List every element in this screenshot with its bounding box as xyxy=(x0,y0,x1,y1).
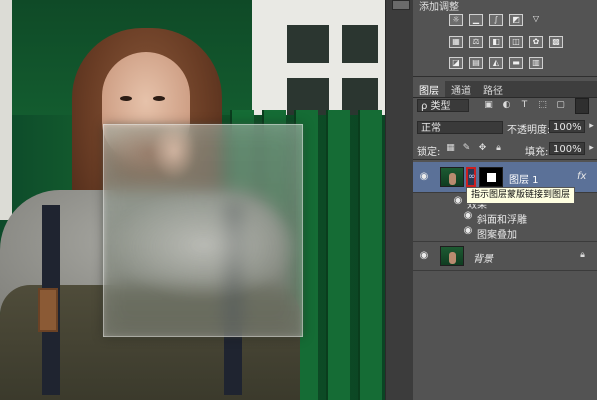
levels-icon[interactable]: ▁ xyxy=(469,14,483,26)
effects-eye-icon[interactable]: ◉ xyxy=(451,194,465,208)
type-filter-icon[interactable]: T xyxy=(519,100,530,111)
selective-color-icon[interactable]: ▥ xyxy=(529,57,543,69)
lock-all-icon[interactable]: 🔒︎ xyxy=(493,143,504,154)
tab-channels[interactable]: 通道 xyxy=(445,81,477,97)
strap-buckle xyxy=(38,288,58,332)
woman-eye xyxy=(153,96,165,101)
adjustments-panel: 添加调整 ☼ ▁ ∫ ◩ ▽ ▦ ⚖ ◧ ◫ ✿ ▩ ◪ ▤ ◭ ▬ ▥ xyxy=(413,0,597,77)
tab-layers[interactable]: 图层 xyxy=(413,81,445,97)
invert-icon[interactable]: ◪ xyxy=(449,57,463,69)
gradient-map-icon[interactable]: ▬ xyxy=(509,57,523,69)
background-layer-name[interactable]: 背景 xyxy=(473,250,493,265)
background-window xyxy=(252,0,385,115)
window-pane xyxy=(342,25,378,63)
color-lookup-icon[interactable]: ▩ xyxy=(549,36,563,48)
mask-link-icon[interactable]: ∞ xyxy=(466,167,476,187)
bevel-emboss-eye-icon[interactable]: ◉ xyxy=(461,209,475,223)
layers-panel-tabs: 图层 通道 路径 xyxy=(413,81,597,98)
background-lock-icon: 🔒︎ xyxy=(580,250,585,260)
color-balance-icon[interactable]: ⚖ xyxy=(469,36,483,48)
vibrance-icon[interactable]: ▽ xyxy=(529,14,543,26)
layers-panel: 图层 通道 路径 ρ 类型 ▣ ◐ T ⬚ ▢ 正常 不透明度: 100% ▸ … xyxy=(413,77,597,400)
visibility-eye-icon[interactable]: ◉ xyxy=(417,249,431,263)
opacity-label: 不透明度: xyxy=(507,125,551,136)
exposure-icon[interactable]: ◩ xyxy=(509,14,523,26)
tab-paths[interactable]: 路径 xyxy=(477,81,509,97)
layer-row-background[interactable]: ◉ 背景 🔒︎ xyxy=(413,241,597,271)
pattern-overlay-eye-icon[interactable]: ◉ xyxy=(461,224,475,238)
fx-badge[interactable]: fx xyxy=(577,171,586,182)
layer-1-thumbnail[interactable] xyxy=(440,167,464,187)
black-white-icon[interactable]: ◧ xyxy=(489,36,503,48)
brightness-contrast-icon[interactable]: ☼ xyxy=(449,14,463,26)
layer-1-mask-thumbnail[interactable] xyxy=(479,167,503,187)
effect-bevel-emboss[interactable]: 斜面和浮雕 xyxy=(477,211,527,226)
lock-label: 锁定: xyxy=(417,147,441,158)
opacity-input[interactable]: 100% xyxy=(549,120,585,133)
filter-toggle-icon[interactable] xyxy=(575,98,589,114)
threshold-icon[interactable]: ◭ xyxy=(489,57,503,69)
collapse-panels-button[interactable] xyxy=(392,0,410,10)
shape-filter-icon[interactable]: ⬚ xyxy=(537,100,548,111)
lock-position-icon[interactable]: ✥ xyxy=(477,143,488,154)
fence-plank xyxy=(358,110,382,400)
mask-link-tooltip: 指示图层蒙版链接到图层 xyxy=(466,187,576,204)
glass-blur-content xyxy=(104,125,302,336)
fence-post xyxy=(0,0,12,220)
opacity-dropdown-icon[interactable]: ▸ xyxy=(586,121,597,132)
frosted-glass-layer[interactable] xyxy=(103,124,303,337)
layer-filter-kind-select[interactable]: ρ 类型 xyxy=(417,99,469,112)
lock-transparent-icon[interactable]: ▦ xyxy=(445,143,456,154)
visibility-eye-icon[interactable]: ◉ xyxy=(417,170,431,184)
blend-mode-select[interactable]: 正常 xyxy=(417,121,503,134)
image-filter-icon[interactable]: ▣ xyxy=(483,100,494,111)
panel-separator xyxy=(413,159,597,160)
adjustments-title: 添加调整 xyxy=(419,2,459,13)
fill-label: 填充: xyxy=(525,147,549,158)
layer-1-name[interactable]: 图层 1 xyxy=(509,171,539,186)
photo-filter-icon[interactable]: ◫ xyxy=(509,36,523,48)
fill-input[interactable]: 100% xyxy=(549,142,585,155)
fill-dropdown-icon[interactable]: ▸ xyxy=(586,143,597,154)
background-thumbnail[interactable] xyxy=(440,246,464,266)
channel-mixer-icon[interactable]: ✿ xyxy=(529,36,543,48)
woman-eye xyxy=(120,96,132,101)
smartobject-filter-icon[interactable]: ▢ xyxy=(555,100,566,111)
fence-plank xyxy=(326,110,350,400)
lock-pixels-icon[interactable]: ✎ xyxy=(461,143,472,154)
effect-pattern-overlay[interactable]: 图案叠加 xyxy=(477,226,517,241)
adjustment-filter-icon[interactable]: ◐ xyxy=(501,100,512,111)
window-pane xyxy=(287,25,329,63)
document-canvas[interactable] xyxy=(0,0,385,400)
panel-dock-divider xyxy=(385,0,414,400)
posterize-icon[interactable]: ▤ xyxy=(469,57,483,69)
hue-saturation-icon[interactable]: ▦ xyxy=(449,36,463,48)
curves-icon[interactable]: ∫ xyxy=(489,14,503,26)
